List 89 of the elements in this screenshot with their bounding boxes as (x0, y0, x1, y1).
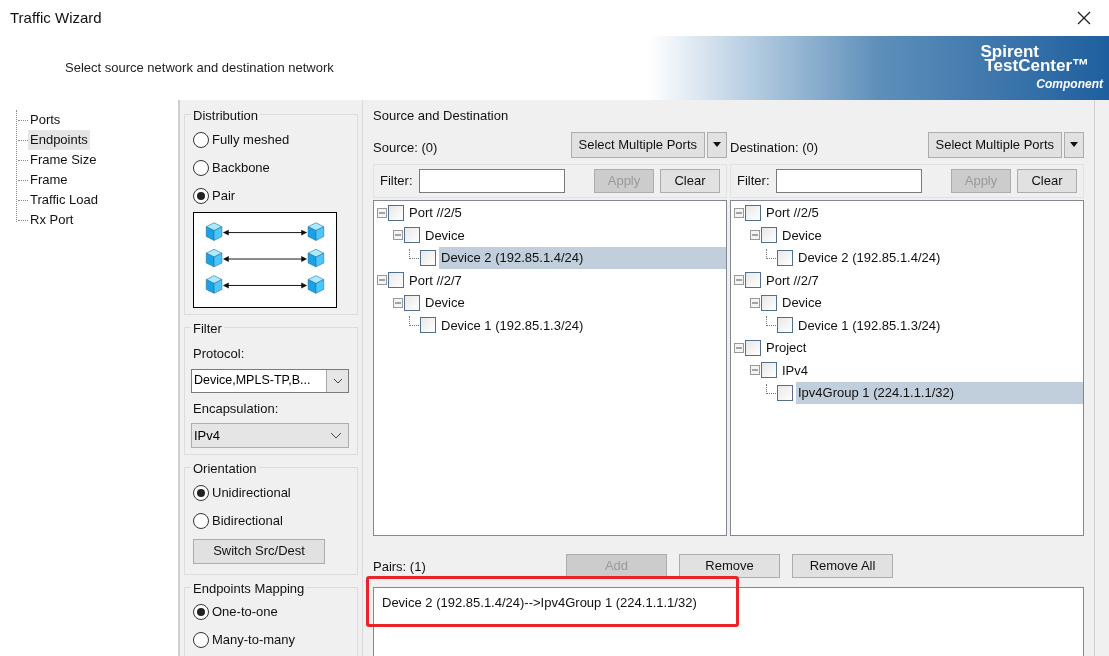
checkbox[interactable] (761, 362, 777, 379)
pair-item[interactable]: Device 2 (192.85.1.4/24)-->Ipv4Group 1 (224.1.1.1/32) (382, 592, 697, 612)
nav-item[interactable]: Ports (28, 110, 63, 130)
button[interactable]: Select Multiple Ports (927, 131, 1062, 158)
checkbox[interactable] (404, 294, 420, 311)
nav-item[interactable]: Rx Port (28, 210, 76, 230)
pairs-label: Pairs: (1) (373, 558, 427, 576)
collapse-icon[interactable] (377, 275, 387, 286)
tree-node[interactable]: Device 1 (192.85.1.3/24) (439, 314, 726, 337)
tree-node[interactable]: Port //2/5 (764, 201, 1083, 224)
radio-option[interactable]: Pair (193, 181, 349, 210)
tree-node[interactable]: Port //2/7 (407, 269, 726, 292)
checkbox[interactable] (761, 294, 777, 311)
checkbox[interactable] (420, 317, 436, 334)
group-title: Source and Destination (373, 107, 509, 125)
checkbox[interactable] (420, 249, 436, 266)
group-title: Distribution (193, 108, 259, 123)
checkbox[interactable] (761, 227, 777, 244)
collapse-icon[interactable] (734, 342, 744, 353)
window-title: Traffic Wizard (10, 7, 102, 28)
tree-node[interactable]: Device (423, 224, 726, 247)
group-title: Filter (193, 320, 222, 336)
radio-option[interactable]: Bidirectional (193, 506, 349, 535)
tree-node[interactable]: Port //2/7 (764, 269, 1083, 292)
radio-option[interactable]: One-to-one (193, 598, 349, 626)
collapse-icon[interactable] (750, 365, 760, 376)
button[interactable]: Switch Src/Dest (193, 538, 325, 564)
brand-name: TestCenter™ (984, 59, 1090, 73)
protocol-dropdown[interactable]: Device,MPLS-TP,B... (191, 368, 349, 393)
tree-node[interactable]: Project (764, 336, 1083, 359)
checkbox[interactable] (745, 272, 761, 289)
radio-option[interactable]: Many-to-many (193, 626, 349, 654)
checkbox[interactable] (777, 317, 793, 334)
dropdown-button[interactable] (707, 131, 727, 158)
nav-item[interactable]: Traffic Load (28, 190, 100, 210)
brand-tagline: Component (1036, 77, 1103, 91)
collapse-icon[interactable] (393, 297, 403, 308)
chevron-down-icon (330, 432, 342, 439)
radio-option[interactable]: Unidirectional (193, 478, 349, 507)
panel-label: Source: (0) (373, 138, 438, 157)
tree-node[interactable]: Device (780, 291, 1083, 314)
brand-name: Spirent (980, 45, 1039, 59)
button[interactable]: Clear (1017, 168, 1077, 193)
button[interactable]: Remove All (792, 553, 893, 578)
caret-icon (1070, 142, 1078, 147)
checkbox[interactable] (388, 204, 404, 221)
button[interactable]: Select Multiple Ports (570, 131, 705, 158)
button[interactable]: Remove (679, 553, 780, 578)
caret-icon (713, 142, 721, 147)
button[interactable]: Clear (660, 168, 720, 193)
radio-option[interactable]: Fully meshed (193, 125, 349, 154)
collapse-icon[interactable] (750, 230, 760, 241)
tree-node[interactable]: Device (780, 224, 1083, 247)
collapse-icon[interactable] (734, 275, 744, 286)
field-label: Protocol: (193, 345, 245, 363)
instruction-text: Select source network and destination network (65, 59, 334, 78)
radio-option[interactable]: Backbone (193, 153, 349, 182)
checkbox[interactable] (745, 339, 761, 356)
field-label: Encapsulation: (193, 399, 279, 418)
group-title: Orientation (193, 461, 257, 476)
encapsulation-dropdown[interactable]: IPv4 (191, 423, 349, 448)
checkbox[interactable] (777, 384, 793, 401)
nav-item[interactable]: Frame Size (28, 150, 99, 170)
tree-node[interactable]: Device (423, 291, 726, 314)
collapse-icon[interactable] (750, 297, 760, 308)
checkbox[interactable] (777, 249, 793, 266)
panel-label: Destination: (0) (730, 138, 819, 157)
collapse-icon[interactable] (393, 230, 403, 241)
checkbox[interactable] (404, 227, 420, 244)
collapse-icon[interactable] (734, 207, 744, 218)
nav-item[interactable]: Frame (28, 170, 70, 190)
close-icon (1077, 11, 1091, 25)
tree-node[interactable]: Device 2 (192.85.1.4/24) (796, 246, 1083, 269)
nav-item[interactable]: Endpoints (28, 130, 90, 150)
tree-node[interactable]: Port //2/5 (407, 201, 726, 224)
chevron-down-icon (332, 377, 343, 384)
tree-node[interactable]: IPv4 (780, 359, 1083, 382)
collapse-icon[interactable] (377, 207, 387, 218)
filter-input[interactable] (418, 168, 565, 193)
tree-node[interactable]: Ipv4Group 1 (224.1.1.1/32) (796, 381, 1083, 404)
group-title: Endpoints Mapping (193, 580, 305, 596)
filter-label: Filter: (380, 171, 413, 190)
dropdown-button[interactable] (1064, 131, 1084, 158)
tree-node[interactable]: Device 2 (192.85.1.4/24) (439, 246, 726, 269)
tree-node[interactable]: Device 1 (192.85.1.3/24) (796, 314, 1083, 337)
checkbox[interactable] (388, 272, 404, 289)
filter-label: Filter: (737, 171, 770, 190)
filter-input[interactable] (775, 168, 922, 193)
checkbox[interactable] (745, 204, 761, 221)
